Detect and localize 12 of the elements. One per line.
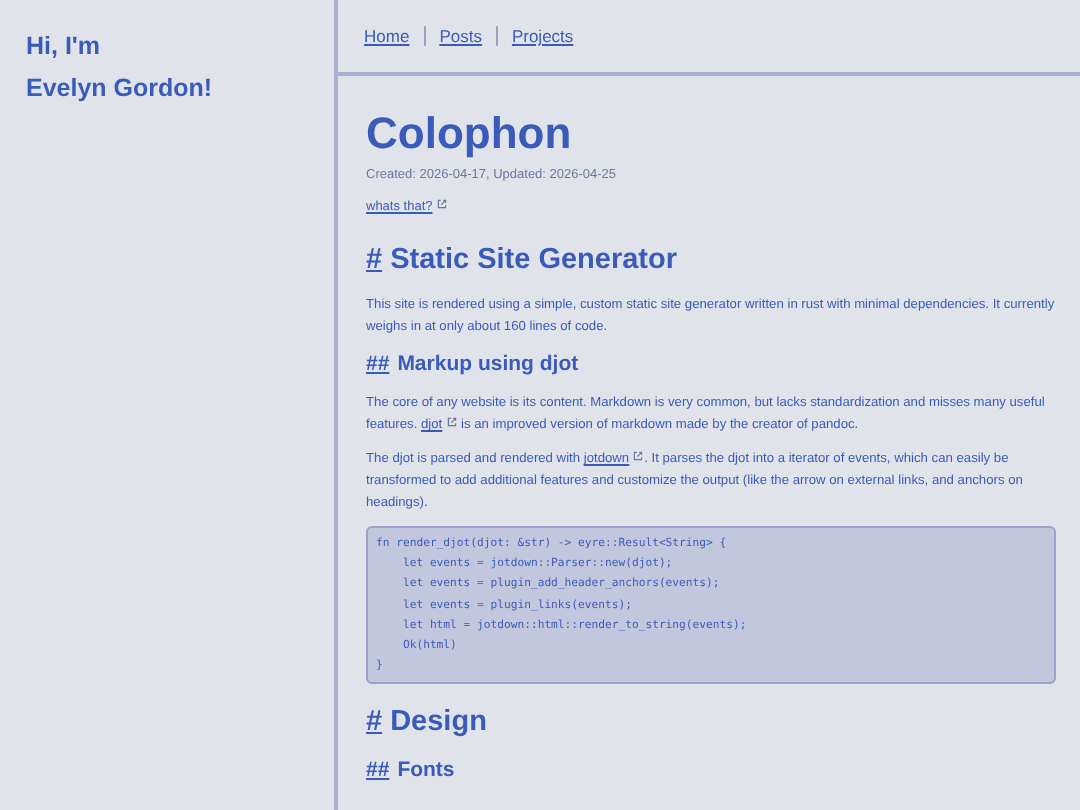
subsection-heading: ## Markup using djot xyxy=(366,350,581,378)
external-link-icon xyxy=(632,450,645,462)
page-title: Colophon xyxy=(366,108,574,160)
external-link-icon xyxy=(445,416,458,428)
external-link-icon xyxy=(435,198,448,210)
nav-link[interactable]: Posts xyxy=(423,26,496,46)
section-heading: # Design xyxy=(366,704,489,741)
subsection-heading: ## Fonts xyxy=(366,756,457,785)
nav-link[interactable]: Projects xyxy=(495,26,588,46)
section-heading: # Static Site Generator xyxy=(366,242,680,278)
site-greeting: Hi, I'm Evelyn Gordon! xyxy=(26,30,215,106)
nav-link[interactable]: Home xyxy=(364,26,424,46)
